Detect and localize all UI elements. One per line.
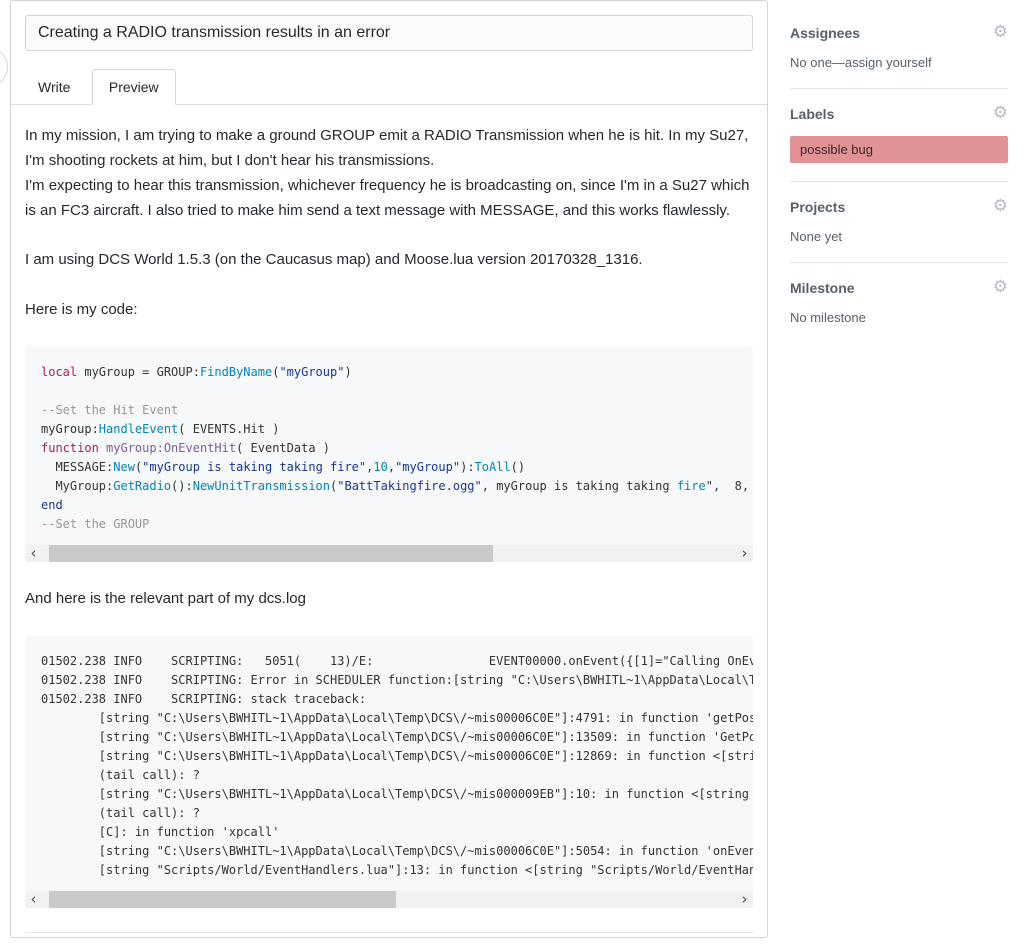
log-line: (tail call): ?	[41, 766, 737, 785]
comment-bubble-caret	[0, 48, 8, 86]
sidebar-section-milestone: Milestone ⚙ No milestone	[790, 279, 1008, 343]
paragraph-intro-line1: In my mission, I am trying to make a gro…	[25, 127, 748, 169]
dcs-log-block: 01502.238 INFO SCRIPTING: 5051( 13)/E: E…	[25, 636, 753, 908]
tab-write[interactable]: Write	[21, 69, 87, 105]
code-line	[41, 382, 737, 401]
paragraph-versions: I am using DCS World 1.5.3 (on the Cauca…	[25, 247, 753, 272]
code-line: local myGroup = GROUP:FindByName("myGrou…	[41, 363, 737, 382]
code-line: end	[41, 496, 737, 515]
issue-title-input[interactable]	[25, 15, 753, 51]
gear-icon[interactable]: ⚙	[993, 24, 1008, 41]
new-issue-form: Write Preview In my mission, I am trying…	[10, 0, 768, 938]
issue-sidebar: Assignees ⚙ No one—assign yourself Label…	[790, 24, 1008, 359]
paragraph-intro: In my mission, I am trying to make a gro…	[25, 123, 753, 223]
scroll-left-icon[interactable]: ‹	[25, 891, 42, 908]
log-line: 01502.238 INFO SCRIPTING: stack tracebac…	[41, 690, 737, 709]
code-line: --Set the Hit Event	[41, 401, 737, 420]
gear-icon[interactable]: ⚙	[993, 279, 1008, 296]
log-line: (tail call): ?	[41, 804, 737, 823]
log-line: [string "C:\Users\BWHITL~1\AppData\Local…	[41, 842, 737, 861]
sidebar-section-projects: Projects ⚙ None yet	[790, 198, 1008, 263]
log-horizontal-scrollbar[interactable]: ‹›	[25, 891, 753, 908]
log-line: [string "C:\Users\BWHITL~1\AppData\Local…	[41, 747, 737, 766]
scroll-right-icon[interactable]: ›	[736, 891, 753, 908]
scrollbar-track	[42, 545, 736, 562]
labels-title: Labels	[790, 106, 834, 122]
sidebar-section-assignees: Assignees ⚙ No one—assign yourself	[790, 24, 1008, 89]
scrollbar-thumb[interactable]	[49, 545, 493, 562]
paragraph-log-intro: And here is the relevant part of my dcs.…	[25, 586, 753, 611]
log-line: [string "C:\Users\BWHITL~1\AppData\Local…	[41, 785, 737, 804]
log-line: [string "C:\Users\BWHITL~1\AppData\Local…	[41, 728, 737, 747]
projects-value: None yet	[790, 229, 1008, 244]
code-line: myGroup:HandleEvent( EVENTS.Hit )	[41, 420, 737, 439]
code-line: MESSAGE:New("myGroup is taking taking fi…	[41, 458, 737, 477]
log-line: [C]: in function 'xpcall'	[41, 823, 737, 842]
scrollbar-thumb[interactable]	[49, 891, 396, 908]
scrollbar-track	[42, 891, 736, 908]
scroll-right-icon[interactable]: ›	[736, 545, 753, 562]
tab-preview[interactable]: Preview	[92, 69, 176, 105]
paragraph-code-intro: Here is my code:	[25, 297, 753, 322]
projects-title: Projects	[790, 199, 845, 215]
log-line: 01502.238 INFO SCRIPTING: 5051( 13)/E: E…	[41, 652, 737, 671]
code-horizontal-scrollbar[interactable]: ‹›	[25, 545, 753, 562]
preview-content: In my mission, I am trying to make a gro…	[25, 105, 753, 938]
assignees-title: Assignees	[790, 25, 860, 41]
log-line: [string "Scripts/World/EventHandlers.lua…	[41, 861, 737, 880]
scroll-left-icon[interactable]: ‹	[25, 545, 42, 562]
label-possible-bug[interactable]: possible bug	[790, 136, 1008, 163]
gear-icon[interactable]: ⚙	[993, 105, 1008, 122]
log-line: 01502.238 INFO SCRIPTING: Error in SCHED…	[41, 671, 737, 690]
code-line: function myGroup:OnEventHit( EventData )	[41, 439, 737, 458]
gear-icon[interactable]: ⚙	[993, 198, 1008, 215]
milestone-value: No milestone	[790, 310, 1008, 325]
assignees-value[interactable]: No one—assign yourself	[790, 55, 1008, 70]
code-line: --Set the GROUP	[41, 515, 737, 534]
log-line: [string "C:\Users\BWHITL~1\AppData\Local…	[41, 709, 737, 728]
code-line: MyGroup:GetRadio():NewUnitTransmission("…	[41, 477, 737, 496]
paragraph-intro-line2: I'm expecting to hear this transmission,…	[25, 177, 749, 219]
form-footer: M↓ Styling with Markdown is supported Su…	[25, 933, 753, 938]
milestone-title: Milestone	[790, 280, 855, 296]
write-preview-tabnav: Write Preview	[11, 69, 767, 105]
lua-code-block: local myGroup = GROUP:FindByName("myGrou…	[25, 347, 753, 562]
sidebar-section-labels: Labels ⚙ possible bug	[790, 105, 1008, 182]
